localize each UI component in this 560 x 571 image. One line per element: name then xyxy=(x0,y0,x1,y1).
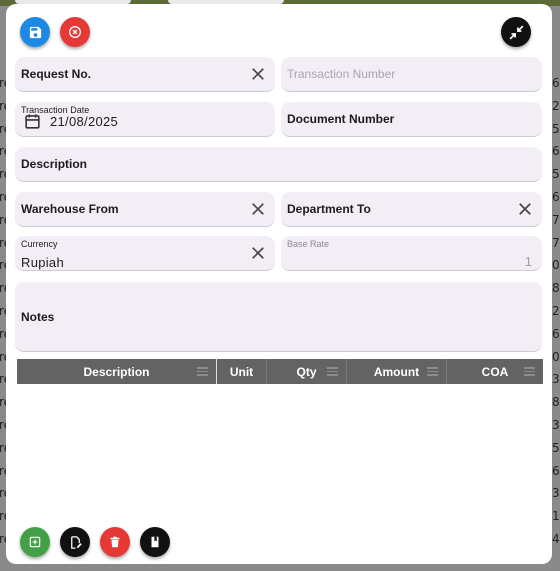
column-menu-icon[interactable] xyxy=(524,367,535,376)
currency-label: Currency xyxy=(21,239,58,249)
edit-document-icon xyxy=(70,535,82,549)
notes-field[interactable]: Notes xyxy=(15,282,542,352)
background-glyph: 6 xyxy=(552,326,560,341)
column-label: Qty xyxy=(296,364,317,379)
document-number-label: Document Number xyxy=(287,112,395,126)
column-header-qty[interactable]: Qty xyxy=(267,359,347,384)
background-glyph: 3 xyxy=(552,486,560,501)
background-glyph: 5 xyxy=(552,121,560,136)
background-glyph: 7 xyxy=(552,235,560,250)
transaction-number-placeholder: Transaction Number xyxy=(287,67,396,81)
base-rate-label: Base Rate xyxy=(287,239,330,249)
collapse-arrows-icon xyxy=(509,25,523,39)
edit-row-button[interactable] xyxy=(60,527,90,557)
background-glyph: 7 xyxy=(552,212,560,227)
request-no-field[interactable]: Request No. xyxy=(15,57,275,92)
background-glyph: 1 xyxy=(552,509,560,524)
transaction-date-field[interactable]: Transaction Date 21/08/2025 xyxy=(15,102,275,137)
column-label: Unit xyxy=(229,364,254,379)
cancel-button[interactable] xyxy=(60,17,90,47)
column-menu-icon[interactable] xyxy=(197,367,208,376)
column-header-unit[interactable]: Unit xyxy=(217,359,267,384)
clear-icon[interactable] xyxy=(516,200,534,218)
background-glyph: 6 xyxy=(552,463,560,478)
background-right-column: 6 2 5 6 5 6 7 7 0 8 2 6 0 3 8 3 5 6 3 1 4 xyxy=(552,0,560,571)
column-menu-icon[interactable] xyxy=(427,367,438,376)
clear-icon[interactable] xyxy=(249,65,267,83)
calendar-icon[interactable] xyxy=(23,112,42,131)
clear-icon[interactable] xyxy=(249,244,267,262)
column-header-description[interactable]: Description xyxy=(17,359,217,384)
close-circle-icon xyxy=(69,26,81,38)
background-glyph: 5 xyxy=(552,440,560,455)
collapse-button[interactable] xyxy=(501,17,531,47)
background-glyph: 6 xyxy=(552,190,560,204)
background-glyph: 6 xyxy=(552,76,560,90)
background-glyph: 8 xyxy=(552,395,560,410)
background-glyph: 2 xyxy=(552,304,560,318)
transaction-number-field[interactable]: Transaction Number xyxy=(281,57,542,92)
column-label: Amount xyxy=(373,364,420,379)
column-label: COA xyxy=(481,364,509,379)
document-number-field[interactable]: Document Number xyxy=(281,102,542,137)
background-glyph: 4 xyxy=(552,532,560,546)
request-no-label: Request No. xyxy=(21,67,92,81)
add-row-button[interactable] xyxy=(20,527,50,557)
column-header-coa[interactable]: COA xyxy=(447,359,543,384)
currency-value: Rupiah xyxy=(21,255,64,270)
background-glyph: 0 xyxy=(552,349,560,364)
background-glyph: 3 xyxy=(552,372,560,387)
delete-row-button[interactable] xyxy=(100,527,130,557)
background-glyph: 0 xyxy=(552,258,560,273)
background-glyph: 6 xyxy=(552,144,560,159)
clear-icon[interactable] xyxy=(249,200,267,218)
background-glyph: 2 xyxy=(552,98,560,113)
background-glyph: 8 xyxy=(552,281,560,296)
trash-icon xyxy=(110,536,120,548)
currency-field[interactable]: Currency Rupiah xyxy=(15,236,275,271)
view-row-button[interactable] xyxy=(140,527,170,557)
book-icon xyxy=(151,536,159,548)
department-to-label: Department To xyxy=(287,202,371,216)
items-table-header: Description Unit Qty Amount COA xyxy=(17,359,543,384)
base-rate-value: 1 xyxy=(524,254,532,269)
floppy-disk-icon xyxy=(29,26,41,38)
department-to-field[interactable]: Department To xyxy=(281,192,542,227)
transaction-date-value: 21/08/2025 xyxy=(50,114,119,129)
column-label: Description xyxy=(83,364,150,379)
base-rate-field[interactable]: Base Rate 1 xyxy=(281,236,542,271)
description-label: Description xyxy=(21,157,88,171)
save-button[interactable] xyxy=(20,17,50,47)
warehouse-from-label: Warehouse From xyxy=(21,202,119,216)
column-header-amount[interactable]: Amount xyxy=(347,359,447,384)
dialog: Request No. Transaction Number Transacti… xyxy=(6,4,552,564)
background-glyph: 5 xyxy=(552,167,560,182)
warehouse-from-field[interactable]: Warehouse From xyxy=(15,192,275,227)
notes-label: Notes xyxy=(21,309,55,324)
add-icon xyxy=(29,536,41,548)
background-glyph: 3 xyxy=(552,418,560,432)
column-menu-icon[interactable] xyxy=(327,367,338,376)
description-field[interactable]: Description xyxy=(15,147,542,182)
